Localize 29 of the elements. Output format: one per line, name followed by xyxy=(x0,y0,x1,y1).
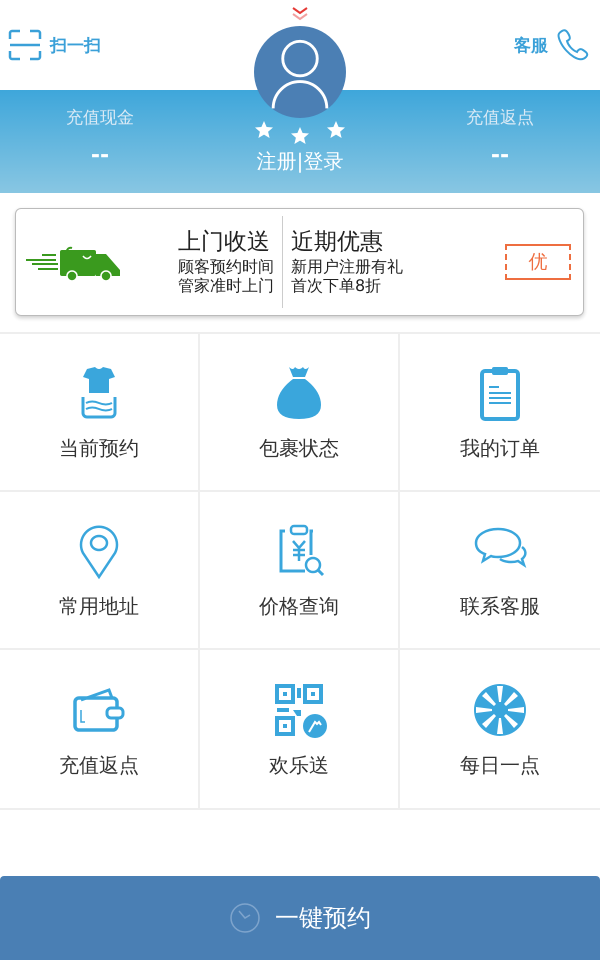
menu-tile[interactable]: 联系客服 xyxy=(400,492,600,650)
promo-text: 顾客预约时间 xyxy=(178,256,274,276)
promo-card[interactable]: 上门收送 顾客预约时间 管家准时上门 近期优惠 新用户注册有礼 首次下单8折 优 xyxy=(15,208,584,316)
menu-tile[interactable]: 充值返点 xyxy=(0,650,200,808)
stat-value: -- xyxy=(90,143,110,168)
star-icon xyxy=(290,126,310,146)
menu-tile[interactable]: 价格查询 xyxy=(200,492,400,650)
promo-text: 新用户注册有礼 xyxy=(291,256,403,276)
star-icon xyxy=(254,120,274,140)
promo-title: 上门收送 xyxy=(178,229,271,257)
promo-title: 近期优惠 xyxy=(291,229,384,257)
stat-value: -- xyxy=(490,143,510,168)
promo-text: 首次下单8折 xyxy=(291,276,382,295)
stat-label: 充值返点 xyxy=(466,107,534,129)
menu-tile[interactable]: 常用地址 xyxy=(0,492,200,650)
coupon-badge: 优 xyxy=(505,244,571,280)
clock-icon xyxy=(229,902,261,934)
avatar-icon[interactable] xyxy=(254,26,346,118)
menu-tile[interactable]: 当前预约 xyxy=(0,334,200,492)
chevron-down-icon[interactable] xyxy=(290,6,310,22)
menu-tile[interactable]: 每日一点 xyxy=(400,650,600,808)
menu-tile[interactable]: 包裹状态 xyxy=(200,334,400,492)
stat-label: 充值现金 xyxy=(66,107,134,129)
promo-text: 管家准时上门 xyxy=(178,276,274,295)
scan-icon[interactable] xyxy=(8,29,42,61)
book-now-button[interactable]: 一键预约 xyxy=(0,876,600,960)
star-icon xyxy=(326,120,346,140)
menu-tile[interactable]: 我的订单 xyxy=(400,334,600,492)
menu-tile[interactable]: 欢乐送 xyxy=(200,650,400,808)
